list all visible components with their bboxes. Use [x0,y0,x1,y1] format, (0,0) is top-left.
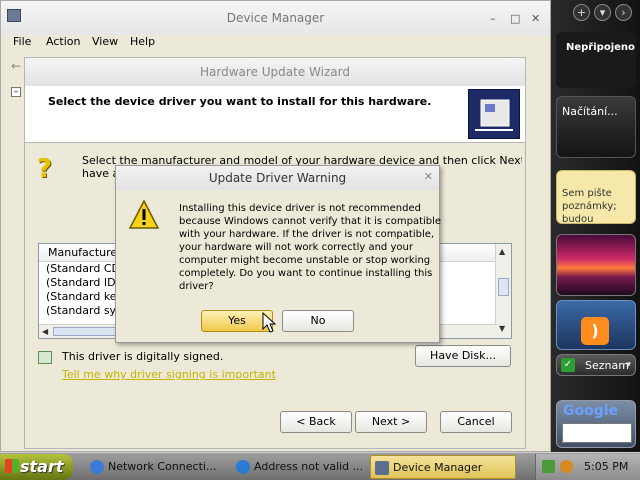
sidebar-controls: + ▾ › [551,0,640,26]
no-button[interactable]: No [282,310,354,332]
back-button[interactable]: < Back [280,411,352,433]
warning-line: completely. Do you want to continue inst… [179,268,433,279]
wizard-heading: Select the device driver you want to ins… [48,95,432,108]
warning-line: computer might become unstable or stop w… [179,255,431,266]
network-status-text: Nepřipojeno [566,42,635,53]
notes-line: poznámky; [562,201,617,212]
vertical-scrollbar[interactable]: ▲ ▼ [495,244,511,338]
warning-line: because Windows cannot verify that it is… [179,216,442,227]
google-search-input[interactable] [562,423,632,443]
scroll-up-icon[interactable]: ▲ [499,247,505,256]
scroll-thumb[interactable] [498,278,509,296]
update-driver-warning-dialog: Update Driver Warning ✕ Installing this … [115,165,442,343]
task-label: Address not valid ... [254,460,364,473]
start-label: start [20,457,64,476]
menu-action[interactable]: Action [46,35,80,48]
notes-line: Sem pište [562,188,612,199]
scroll-left-icon[interactable]: ◀ [42,327,48,336]
warning-close-button[interactable]: ✕ [424,170,433,183]
back-arrow-icon[interactable]: ← [11,59,21,73]
mouse-cursor-icon [262,312,276,333]
notes-line: budou [562,214,594,225]
warning-icon [128,199,160,231]
dropdown-arrow-icon[interactable]: ▾ [626,360,631,370]
seznam-label: Seznam [585,359,629,372]
network-gadget[interactable]: Nepřipojeno [556,32,636,88]
sidebar-menu-button[interactable]: ▾ [594,4,611,21]
warning-line: driver? [179,281,214,292]
wizard-header: Select the device driver you want to ins… [25,86,525,143]
question-help-icon: ? [37,154,53,184]
certificate-icon [38,351,52,364]
driver-signing-link[interactable]: Tell me why driver signing is important [62,368,276,381]
loading-text: Načítání... [562,105,618,118]
wizard-title: Hardware Update Wizard [200,65,350,79]
menu-help[interactable]: Help [130,35,155,48]
maximize-button[interactable]: □ [510,12,520,25]
scroll-down-icon[interactable]: ▼ [499,324,505,333]
warning-line: your hardware will not work correctly an… [179,242,413,253]
browser-icon [236,460,250,474]
warning-title: Update Driver Warning [208,171,347,185]
windows-sidebar: + ▾ › Nepřipojeno Načítání... Sem pište … [551,0,640,452]
network-tray-icon[interactable] [542,460,555,473]
task-label: Network Connecti... [108,460,217,473]
add-gadget-button[interactable]: + [573,4,590,21]
notes-gadget[interactable]: Sem pište poznámky; budou [556,170,636,226]
cancel-button[interactable]: Cancel [440,411,512,433]
warning-titlebar[interactable]: Update Driver Warning ✕ [116,166,439,190]
system-tray: 5:05 PM [535,454,640,480]
computer-icon [375,461,389,475]
menu-bar: File Action View Help [1,35,550,55]
clock[interactable]: 5:05 PM [584,460,628,473]
sidebar-next-button[interactable]: › [615,4,632,21]
menu-file[interactable]: File [13,35,31,48]
warning-message: Installing this device driver is not rec… [179,202,442,293]
taskbar-item-device-manager[interactable]: Device Manager [370,455,516,479]
signed-text: This driver is digitally signed. [62,350,224,363]
taskbar-item-network[interactable]: Network Connecti... [86,455,226,479]
minimize-button[interactable]: – [490,12,496,25]
device-manager-title: Device Manager [226,11,325,25]
taskbar: start Network Connecti... Address not va… [0,452,640,480]
task-label: Device Manager [393,461,483,474]
loading-gadget[interactable]: Načítání... [556,96,636,158]
warning-line: with your hardware. If the driver is not… [179,229,435,240]
network-globe-icon [90,460,104,474]
seznam-gadget[interactable]: ✓ Seznam ▾ [556,354,636,376]
next-button[interactable]: Next > [355,411,427,433]
warning-line: Installing this device driver is not rec… [179,203,421,214]
google-logo: Google [563,403,619,419]
start-button[interactable]: start [0,454,73,480]
close-button[interactable]: ✕ [531,12,540,25]
google-search-gadget: Google [556,400,636,448]
hardware-icon [468,89,520,139]
windows-flag-icon [5,459,19,473]
tree-collapse-toggle[interactable]: – [11,87,21,97]
taskbar-item-browser[interactable]: Address not valid ... [232,455,366,479]
slideshow-gadget[interactable] [556,234,636,296]
rss-icon: ) [581,317,609,345]
have-disk-button[interactable]: Have Disk... [415,345,511,367]
rss-gadget[interactable]: ) [556,300,636,350]
checkmark-icon: ✓ [561,358,575,372]
notes-text[interactable]: Sem pište poznámky; budou [562,187,622,226]
menu-view[interactable]: View [92,35,118,48]
wizard-titlebar[interactable]: Hardware Update Wizard [25,58,525,86]
device-manager-titlebar[interactable]: Device Manager – □ ✕ [1,1,550,35]
shield-tray-icon[interactable] [560,460,573,473]
